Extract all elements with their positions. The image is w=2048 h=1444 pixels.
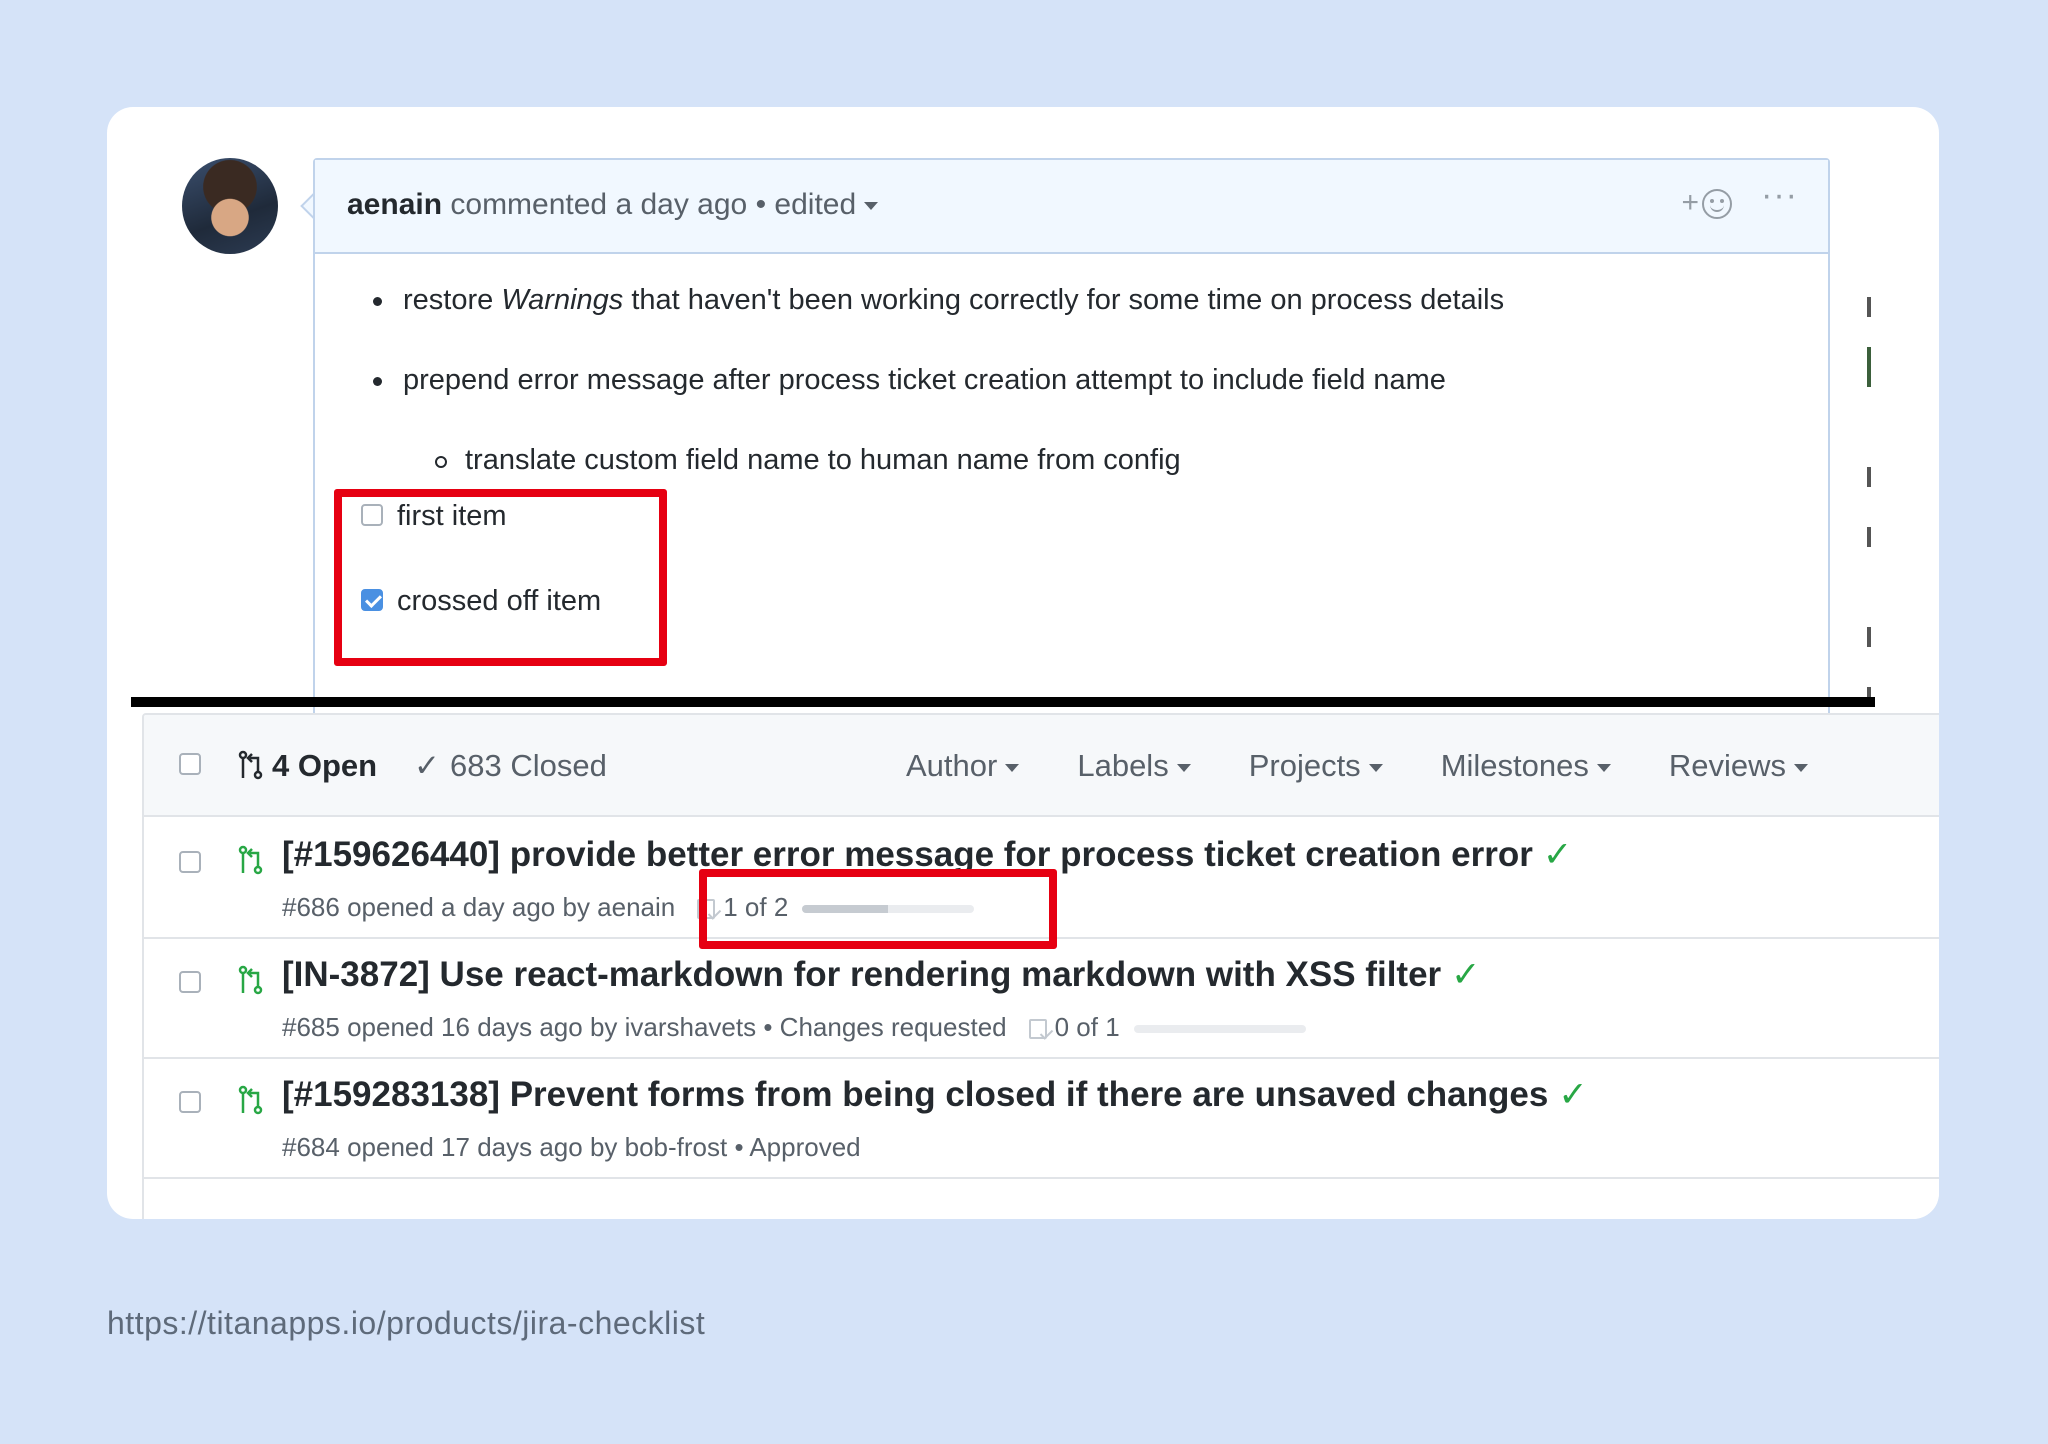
row-checkbox[interactable] xyxy=(179,1091,201,1113)
caret-down-icon[interactable] xyxy=(864,202,879,211)
sidebar-edge xyxy=(1867,187,1877,707)
pull-request-icon xyxy=(238,750,263,780)
comment-action[interactable]: commented a day ago • edited xyxy=(442,188,856,221)
projects-filter[interactable]: Projects xyxy=(1249,748,1383,784)
task-count: 0 of 1 xyxy=(1054,1012,1120,1042)
check-icon: ✓ xyxy=(1451,955,1481,994)
list-item-text: restore xyxy=(403,284,502,316)
list-item-text: prepend error message after process tick… xyxy=(403,364,1446,396)
pull-request-list: 4 Open ✓ 683 Closed Author Labels Projects M… xyxy=(142,713,1939,1219)
add-reaction-button[interactable]: + xyxy=(1681,186,1732,220)
task-progress[interactable]: 0 of 1 xyxy=(1028,1012,1306,1043)
open-filter[interactable]: 4 Open xyxy=(238,748,377,784)
pull-request-title[interactable]: [IN-3872] Use react-markdown for renderi… xyxy=(282,955,1480,995)
comment-meta: aenain commented a day ago • edited xyxy=(347,188,879,222)
list-item: restore Warnings that haven't been worki… xyxy=(373,284,1505,317)
closed-count: 683 Closed xyxy=(449,748,607,783)
pull-request-row[interactable]: [#159283138] Prevent forms from being cl… xyxy=(144,1057,1939,1179)
comment-header: aenain commented a day ago • edited + ··… xyxy=(315,160,1828,254)
meta-text: #684 opened 17 days ago by bob-frost • A… xyxy=(282,1132,861,1162)
checklist-icon xyxy=(1028,1019,1047,1039)
open-count: 4 Open xyxy=(272,748,378,783)
more-options-button[interactable]: ··· xyxy=(1761,176,1798,215)
list-header: 4 Open ✓ 683 Closed Author Labels Projects M… xyxy=(144,715,1939,817)
pull-request-row[interactable]: [IN-3872] Use react-markdown for renderi… xyxy=(144,937,1939,1059)
task-progress-bar xyxy=(1133,1025,1306,1034)
comment-author[interactable]: aenain xyxy=(347,188,442,221)
pull-request-icon xyxy=(238,965,263,995)
meta-text: #686 opened a day ago by aenain xyxy=(282,892,676,922)
check-icon: ✓ xyxy=(414,748,440,783)
pull-request-title[interactable]: [#159283138] Prevent forms from being cl… xyxy=(282,1075,1588,1115)
footer-url[interactable]: https://titanapps.io/products/jira-check… xyxy=(107,1305,705,1342)
plus-label: + xyxy=(1681,186,1699,219)
list-item-emphasis: Warnings xyxy=(501,284,624,316)
pull-request-meta: #685 opened 16 days ago by ivarshavets •… xyxy=(282,1012,1306,1043)
sub-list-item-text: translate custom field name to human nam… xyxy=(465,444,1181,476)
row-checkbox[interactable] xyxy=(179,971,201,993)
bullet-dot-icon xyxy=(373,297,382,306)
check-icon: ✓ xyxy=(1558,1075,1588,1114)
author-filter[interactable]: Author xyxy=(906,748,1020,784)
pull-request-meta: #684 opened 17 days ago by bob-frost • A… xyxy=(282,1132,861,1163)
task-progress-highlight-box xyxy=(699,869,1057,949)
bullet-dot-icon xyxy=(373,377,382,386)
bullet-ring-icon xyxy=(435,456,447,468)
avatar[interactable] xyxy=(182,158,278,254)
filter-bar: Author Labels Projects Milestones Reviews xyxy=(906,748,1866,784)
checklist-highlight-box xyxy=(334,489,667,666)
pull-request-icon xyxy=(238,1085,263,1115)
list-item: prepend error message after process tick… xyxy=(373,364,1446,397)
select-all-checkbox[interactable] xyxy=(179,753,201,775)
row-checkbox[interactable] xyxy=(179,851,201,873)
meta-text: #685 opened 16 days ago by ivarshavets •… xyxy=(282,1012,1007,1042)
pull-request-icon xyxy=(238,845,263,875)
sub-list-item: translate custom field name to human nam… xyxy=(435,444,1181,477)
reviews-filter[interactable]: Reviews xyxy=(1669,748,1809,784)
closed-filter[interactable]: ✓ 683 Closed xyxy=(414,748,607,784)
milestones-filter[interactable]: Milestones xyxy=(1441,748,1611,784)
section-divider xyxy=(131,697,1875,707)
screenshot-card: aenain commented a day ago • edited + ··… xyxy=(107,107,1939,1219)
list-item-text: that haven't been working correctly for … xyxy=(623,284,1505,316)
check-icon: ✓ xyxy=(1542,835,1573,874)
smiley-icon xyxy=(1702,189,1732,220)
labels-filter[interactable]: Labels xyxy=(1077,748,1191,784)
